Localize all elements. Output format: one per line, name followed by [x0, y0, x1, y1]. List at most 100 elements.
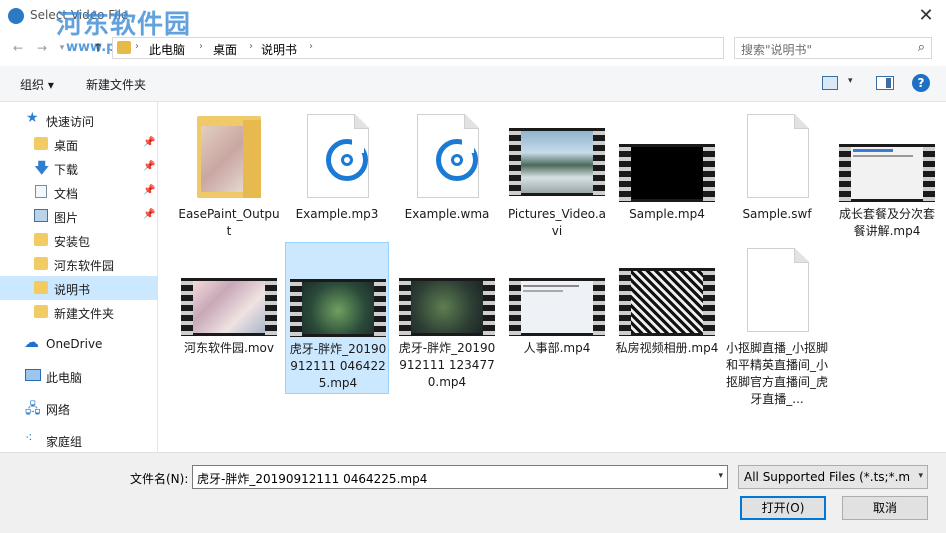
- sidebar-item-onedrive[interactable]: ☁ OneDrive: [0, 332, 158, 356]
- up-arrow-icon[interactable]: ↑: [90, 40, 106, 56]
- pin-icon[interactable]: 📌: [143, 161, 155, 172]
- pin-icon[interactable]: 📌: [143, 137, 155, 148]
- file-tile[interactable]: Pictures_Video.avi: [505, 110, 609, 238]
- file-name: 河东软件园.mov: [184, 341, 274, 355]
- file-tile[interactable]: Sample.mp4: [615, 110, 719, 238]
- file-name: 虎牙-胖炸_20190912111 1234770.mp4: [398, 341, 496, 389]
- video-thumbnail: [509, 128, 605, 196]
- sidebar-item-network[interactable]: 🖧 网络: [0, 396, 158, 420]
- sidebar-item-manual[interactable]: 说明书: [0, 276, 158, 300]
- sidebar-item-pictures[interactable]: 图片 📌: [0, 204, 158, 228]
- sidebar-item-label: 新建文件夹: [54, 307, 115, 321]
- organize-button[interactable]: 组织 ▾: [20, 76, 54, 93]
- homegroup-icon: ⁖: [25, 431, 33, 446]
- sidebar-item-label: 文档: [54, 187, 79, 201]
- file-grid: EasePaint_Output Example.mp3 Example.wma…: [159, 102, 946, 452]
- sidebar-item-installers[interactable]: 安装包: [0, 228, 158, 252]
- sidebar-item-desktop[interactable]: 桌面 📌: [0, 132, 158, 156]
- picture-icon: [34, 209, 48, 222]
- folder-icon: [34, 281, 48, 294]
- pin-icon[interactable]: 📌: [143, 185, 155, 196]
- file-tile[interactable]: EasePaint_Output: [177, 110, 281, 238]
- file-tile[interactable]: 人事部.mp4: [505, 244, 609, 364]
- chevron-right-icon[interactable]: ›: [249, 41, 253, 52]
- folder-icon: [34, 305, 48, 318]
- sidebar-item-label: 此电脑: [46, 371, 83, 385]
- view-mode-icon[interactable]: [822, 76, 838, 90]
- chevron-down-icon[interactable]: ▾: [848, 76, 853, 86]
- forward-arrow-icon[interactable]: →: [34, 40, 50, 56]
- sidebar-item-label: 安装包: [54, 235, 91, 249]
- file-name: 小抠脚直播_小抠脚和平精英直播间_小抠脚官方直播间_虎牙直播_...: [725, 341, 828, 406]
- audio-file-icon: [417, 114, 479, 198]
- file-tile[interactable]: Sample.swf: [725, 110, 829, 238]
- open-button[interactable]: 打开(O): [740, 496, 826, 520]
- file-tile[interactable]: 私房视频相册.mp4: [615, 244, 719, 384]
- title-bar: Select Video File 河东软件园 ✕: [0, 0, 946, 40]
- file-name: Example.mp3: [295, 207, 379, 221]
- star-icon: ★: [26, 110, 39, 126]
- search-icon: ⌕: [917, 40, 925, 55]
- address-bar[interactable]: › 此电脑 › 桌面 › 说明书 › ▾ ↻: [112, 37, 824, 59]
- folder-icon: [34, 257, 48, 270]
- file-tile[interactable]: Example.mp3: [285, 110, 389, 238]
- sidebar-item-label: OneDrive: [46, 337, 103, 351]
- file-name: Sample.mp4: [629, 207, 705, 221]
- breadcrumb-this-pc[interactable]: 此电脑: [149, 41, 185, 58]
- chevron-right-icon[interactable]: ›: [309, 41, 313, 52]
- sidebar-item-new-folder[interactable]: 新建文件夹: [0, 300, 158, 324]
- folder-icon: [117, 41, 131, 54]
- help-icon[interactable]: ?: [912, 74, 930, 92]
- file-name: 成长套餐及分次套餐讲解.mp4: [838, 207, 935, 238]
- pin-icon[interactable]: 📌: [143, 209, 155, 220]
- video-thumbnail: [619, 268, 715, 336]
- sidebar-item-downloads[interactable]: 🡇 下载 📌: [0, 156, 158, 180]
- file-tile[interactable]: 小抠脚直播_小抠脚和平精英直播间_小抠脚官方直播间_虎牙直播_...: [725, 244, 829, 414]
- sidebar-item-label: 网络: [46, 403, 71, 417]
- filename-value: 虎牙-胖炸_20190912111 0464225.mp4: [197, 472, 428, 486]
- sidebar-item-quick-access[interactable]: ★ 快速访问: [0, 108, 158, 132]
- chevron-down-icon[interactable]: ▾: [718, 471, 723, 481]
- sidebar-item-label: 桌面: [54, 139, 79, 153]
- recent-dropdown-icon[interactable]: ▾: [54, 40, 70, 56]
- audio-file-icon: [307, 114, 369, 198]
- file-name: Example.wma: [404, 207, 490, 221]
- file-name: 人事部.mp4: [523, 341, 591, 355]
- file-name: EasePaint_Output: [178, 207, 280, 238]
- document-icon: [35, 185, 47, 198]
- video-thumbnail: [509, 278, 605, 336]
- watermark-logo: 河东软件园: [56, 10, 192, 40]
- chevron-right-icon[interactable]: ›: [199, 41, 203, 52]
- filename-input[interactable]: 虎牙-胖炸_20190912111 0464225.mp4 ▾: [192, 465, 728, 489]
- file-tile[interactable]: 河东软件园.mov: [177, 244, 281, 364]
- file-tile-selected[interactable]: 虎牙-胖炸_20190912111 0464225.mp4: [285, 242, 389, 394]
- file-type-select[interactable]: All Supported Files (*.ts;*.mts ▾: [738, 465, 928, 489]
- video-thumbnail: [399, 278, 495, 336]
- sidebar-item-this-pc[interactable]: 此电脑: [0, 364, 158, 388]
- sidebar-item-label: 图片: [54, 211, 79, 225]
- sidebar-item-label: 下载: [54, 163, 79, 177]
- folder-icon: [34, 233, 48, 246]
- cancel-button[interactable]: 取消: [842, 496, 928, 520]
- navigation-pane: ★ 快速访问 桌面 📌 🡇 下载 📌 文档 📌 图片 📌 安装包 河东软件园 说…: [0, 102, 158, 452]
- back-arrow-icon[interactable]: ←: [10, 40, 26, 56]
- preview-pane-icon[interactable]: [876, 76, 894, 90]
- breadcrumb-desktop[interactable]: 桌面: [213, 41, 237, 58]
- filename-label: 文件名(N):: [130, 472, 189, 486]
- chevron-right-icon[interactable]: ›: [135, 41, 139, 52]
- sidebar-item-documents[interactable]: 文档 📌: [0, 180, 158, 204]
- toolbar: 组织 ▾ 新建文件夹 ▾ ?: [0, 66, 946, 102]
- file-name: Pictures_Video.avi: [507, 207, 607, 238]
- file-tile[interactable]: 成长套餐及分次套餐讲解.mp4: [835, 110, 939, 238]
- file-type-value: All Supported Files (*.ts;*.mts: [744, 470, 910, 484]
- sidebar-item-hedong[interactable]: 河东软件园: [0, 252, 158, 276]
- file-tile[interactable]: 虎牙-胖炸_20190912111 1234770.mp4: [395, 244, 499, 394]
- search-input[interactable]: 搜索"说明书" ⌕: [734, 37, 932, 59]
- breadcrumb-manual[interactable]: 说明书: [261, 41, 297, 58]
- sidebar-item-homegroup[interactable]: ⁖ 家庭组: [0, 428, 158, 452]
- file-tile[interactable]: Example.wma: [395, 110, 499, 238]
- chevron-down-icon[interactable]: ▾: [918, 471, 923, 481]
- new-folder-button[interactable]: 新建文件夹: [86, 76, 146, 93]
- close-button[interactable]: ✕: [914, 4, 938, 28]
- network-icon: 🖧: [25, 401, 41, 417]
